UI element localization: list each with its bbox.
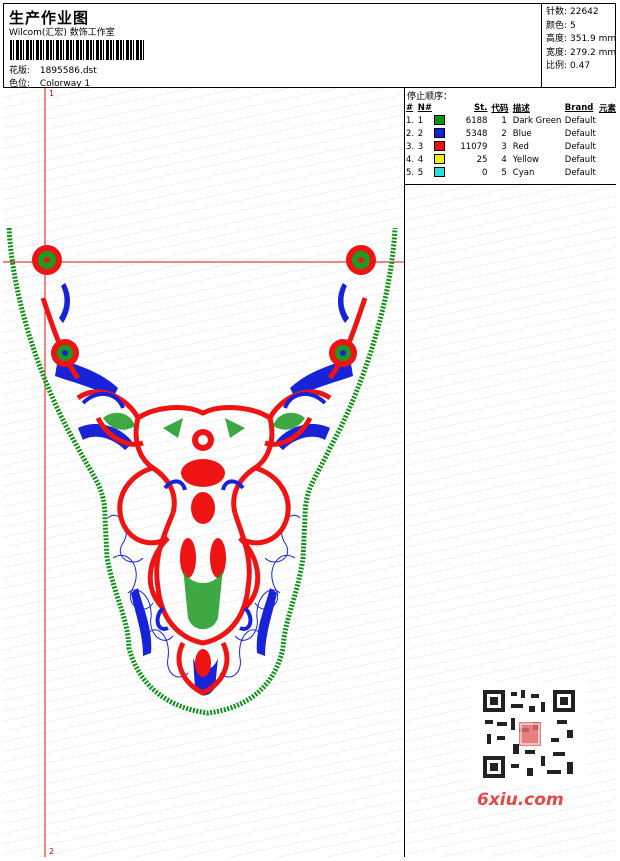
design-row: 花版: 1895586.dst	[9, 63, 97, 76]
table-row: 4. 4 25 4 Yellow Default	[406, 154, 596, 165]
table-row: 5. 5 0 5 Cyan Default	[406, 167, 596, 178]
stat-colors: 颜色: 5	[546, 20, 576, 31]
stat-height: 高度: 351.9 mm	[546, 34, 617, 44]
flower-left-top	[32, 245, 62, 275]
barcode	[10, 40, 145, 60]
color-sequence-table: # N# St. 代码 描述 Brand 元素 1. 1 6188 1 Dark Gre…	[405, 101, 616, 179]
design-file: 1895586.dst	[39, 66, 97, 76]
stat-ratio: 比例: 0.47	[546, 61, 591, 71]
color-swatch	[434, 154, 446, 165]
start-marker: 1	[49, 89, 54, 98]
table-row: 1. 1 6188 1 Dark Green Default	[406, 115, 596, 126]
stat-width: 宽度: 279.2 mm	[546, 47, 617, 58]
studio-name: Wilcom(汇宏) 数饰工作室	[9, 28, 115, 38]
qr-code	[471, 682, 587, 786]
flower-right-top	[346, 245, 376, 275]
color-swatch	[434, 115, 446, 126]
table-header: # N# St. 代码 描述 Brand 元素	[406, 102, 616, 114]
table-row: 3. 3 11079 3 Red Default	[406, 141, 596, 152]
table-row: 2. 2 5348 2 Blue Default	[406, 128, 596, 139]
color-swatch	[434, 141, 446, 152]
design-label: 花版:	[9, 66, 31, 76]
header-panel: 生产作业图 Wilcom(汇宏) 数饰工作室 花版: 1895586.dst 色…	[3, 3, 542, 89]
design-canvas[interactable]: 1 2	[3, 88, 405, 857]
design-stats: 针数: 22642 颜色: 5 高度: 351.9 mm 宽度: 279.2 mm 比例…	[546, 6, 616, 74]
watermark-logo: 6xiu.com	[477, 790, 564, 810]
color-swatch	[434, 128, 446, 139]
color-swatch	[434, 167, 446, 178]
info-panel: 停止顺序： # N# St. 代码 描述 Brand 元素 1. 1 6188 1 Da…	[405, 88, 616, 857]
stat-stitches: 针数: 22642	[546, 7, 599, 17]
end-marker: 2	[49, 847, 54, 856]
embroidery-design: 1 2	[3, 88, 404, 857]
stop-sequence: 停止顺序： # N# St. 代码 描述 Brand 元素 1. 1 6188 1 Da…	[405, 88, 616, 185]
